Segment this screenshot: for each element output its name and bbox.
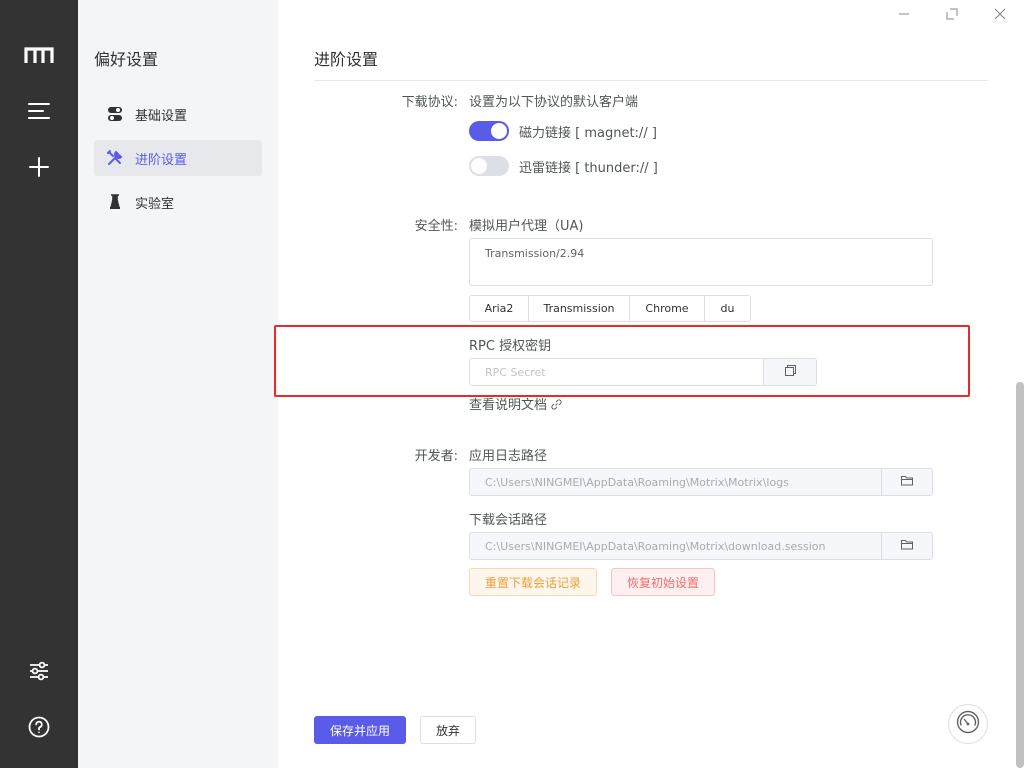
ua-preset-du-button[interactable]: du [704, 295, 751, 322]
sidebar-item-basic[interactable]: 基础设置 [94, 96, 262, 132]
switch-knob [491, 123, 507, 139]
preferences-nav: 基础设置 进阶设置 实验室 [94, 96, 262, 228]
thunder-label: 迅雷链接 [ thunder:// ] [519, 161, 658, 176]
session-path-title: 下载会话路径 [469, 513, 548, 528]
ua-preset-aria2-button[interactable]: Aria2 [469, 295, 529, 322]
folder-icon [901, 475, 913, 490]
tools-icon [106, 149, 124, 167]
open-session-folder-button[interactable] [882, 532, 933, 560]
preferences-icon[interactable] [24, 656, 54, 686]
ua-preset-chrome-button[interactable]: Chrome [629, 295, 705, 322]
ua-preset-group: Aria2 Transmission Chrome du [469, 295, 751, 322]
sidebar-item-label: 进阶设置 [135, 152, 188, 168]
motrix-logo-icon[interactable] [24, 40, 54, 70]
protocol-description: 设置为以下协议的默认客户端 [469, 95, 639, 110]
user-agent-textarea[interactable]: Transmission/2.94 [469, 238, 933, 286]
folder-icon [901, 539, 913, 554]
preferences-main: 进阶设置 下载协议: 设置为以下协议的默认客户端 磁力链接 [ magnet:/… [274, 0, 1024, 768]
rpc-highlight-box [274, 325, 970, 397]
session-path-input[interactable]: C:\Users\NINGMEI\AppData\Roaming\Motrix\… [469, 532, 882, 560]
page-title: 进阶设置 [314, 50, 379, 69]
link-icon [551, 399, 562, 414]
scrollbar-thumb[interactable] [1016, 382, 1024, 768]
minimize-icon[interactable] [892, 4, 916, 24]
switch-knob [471, 158, 487, 174]
flask-icon [106, 193, 124, 211]
toggle-icon [106, 105, 124, 123]
log-path-group: C:\Users\NINGMEI\AppData\Roaming\Motrix\… [469, 468, 933, 496]
ua-preset-transmission-button[interactable]: Transmission [528, 295, 630, 322]
magnet-label: 磁力链接 [ magnet:// ] [519, 126, 657, 141]
add-task-icon[interactable] [24, 152, 54, 182]
app-rail [0, 0, 78, 768]
magnet-switch[interactable] [469, 121, 509, 141]
log-path-title: 应用日志路径 [469, 449, 548, 464]
title-divider [314, 80, 988, 81]
sidebar-title: 偏好设置 [94, 50, 159, 69]
docs-link[interactable]: 查看说明文档 [469, 394, 562, 414]
factory-reset-button[interactable]: 恢复初始设置 [611, 568, 715, 596]
developer-label: 开发者: [414, 449, 458, 464]
discard-button[interactable]: 放弃 [420, 716, 476, 744]
speedometer-icon [955, 709, 981, 739]
sidebar-item-advanced[interactable]: 进阶设置 [94, 140, 262, 176]
sidebar-item-lab[interactable]: 实验室 [94, 184, 262, 220]
help-icon[interactable] [24, 712, 54, 742]
protocol-label: 下载协议: [401, 95, 458, 110]
log-path-input[interactable]: C:\Users\NINGMEI\AppData\Roaming\Motrix\… [469, 468, 882, 496]
session-path-group: C:\Users\NINGMEI\AppData\Roaming\Motrix\… [469, 532, 933, 560]
preferences-sidebar: 偏好设置 基础设置 进阶设置 实验室 [78, 0, 278, 768]
save-apply-button[interactable]: 保存并应用 [314, 716, 406, 744]
sidebar-item-label: 基础设置 [135, 108, 188, 124]
open-log-folder-button[interactable] [882, 468, 933, 496]
ua-title: 模拟用户代理（UA) [469, 219, 584, 234]
docs-link-label: 查看说明文档 [469, 398, 548, 413]
close-icon[interactable] [988, 4, 1012, 24]
reset-session-button[interactable]: 重置下载会话记录 [469, 568, 597, 596]
thunder-switch[interactable] [469, 156, 509, 176]
maximize-icon[interactable] [940, 4, 964, 24]
task-list-icon[interactable] [24, 96, 54, 126]
speedometer-button[interactable] [948, 704, 988, 744]
security-label: 安全性: [414, 219, 458, 234]
sidebar-item-label: 实验室 [135, 196, 175, 212]
